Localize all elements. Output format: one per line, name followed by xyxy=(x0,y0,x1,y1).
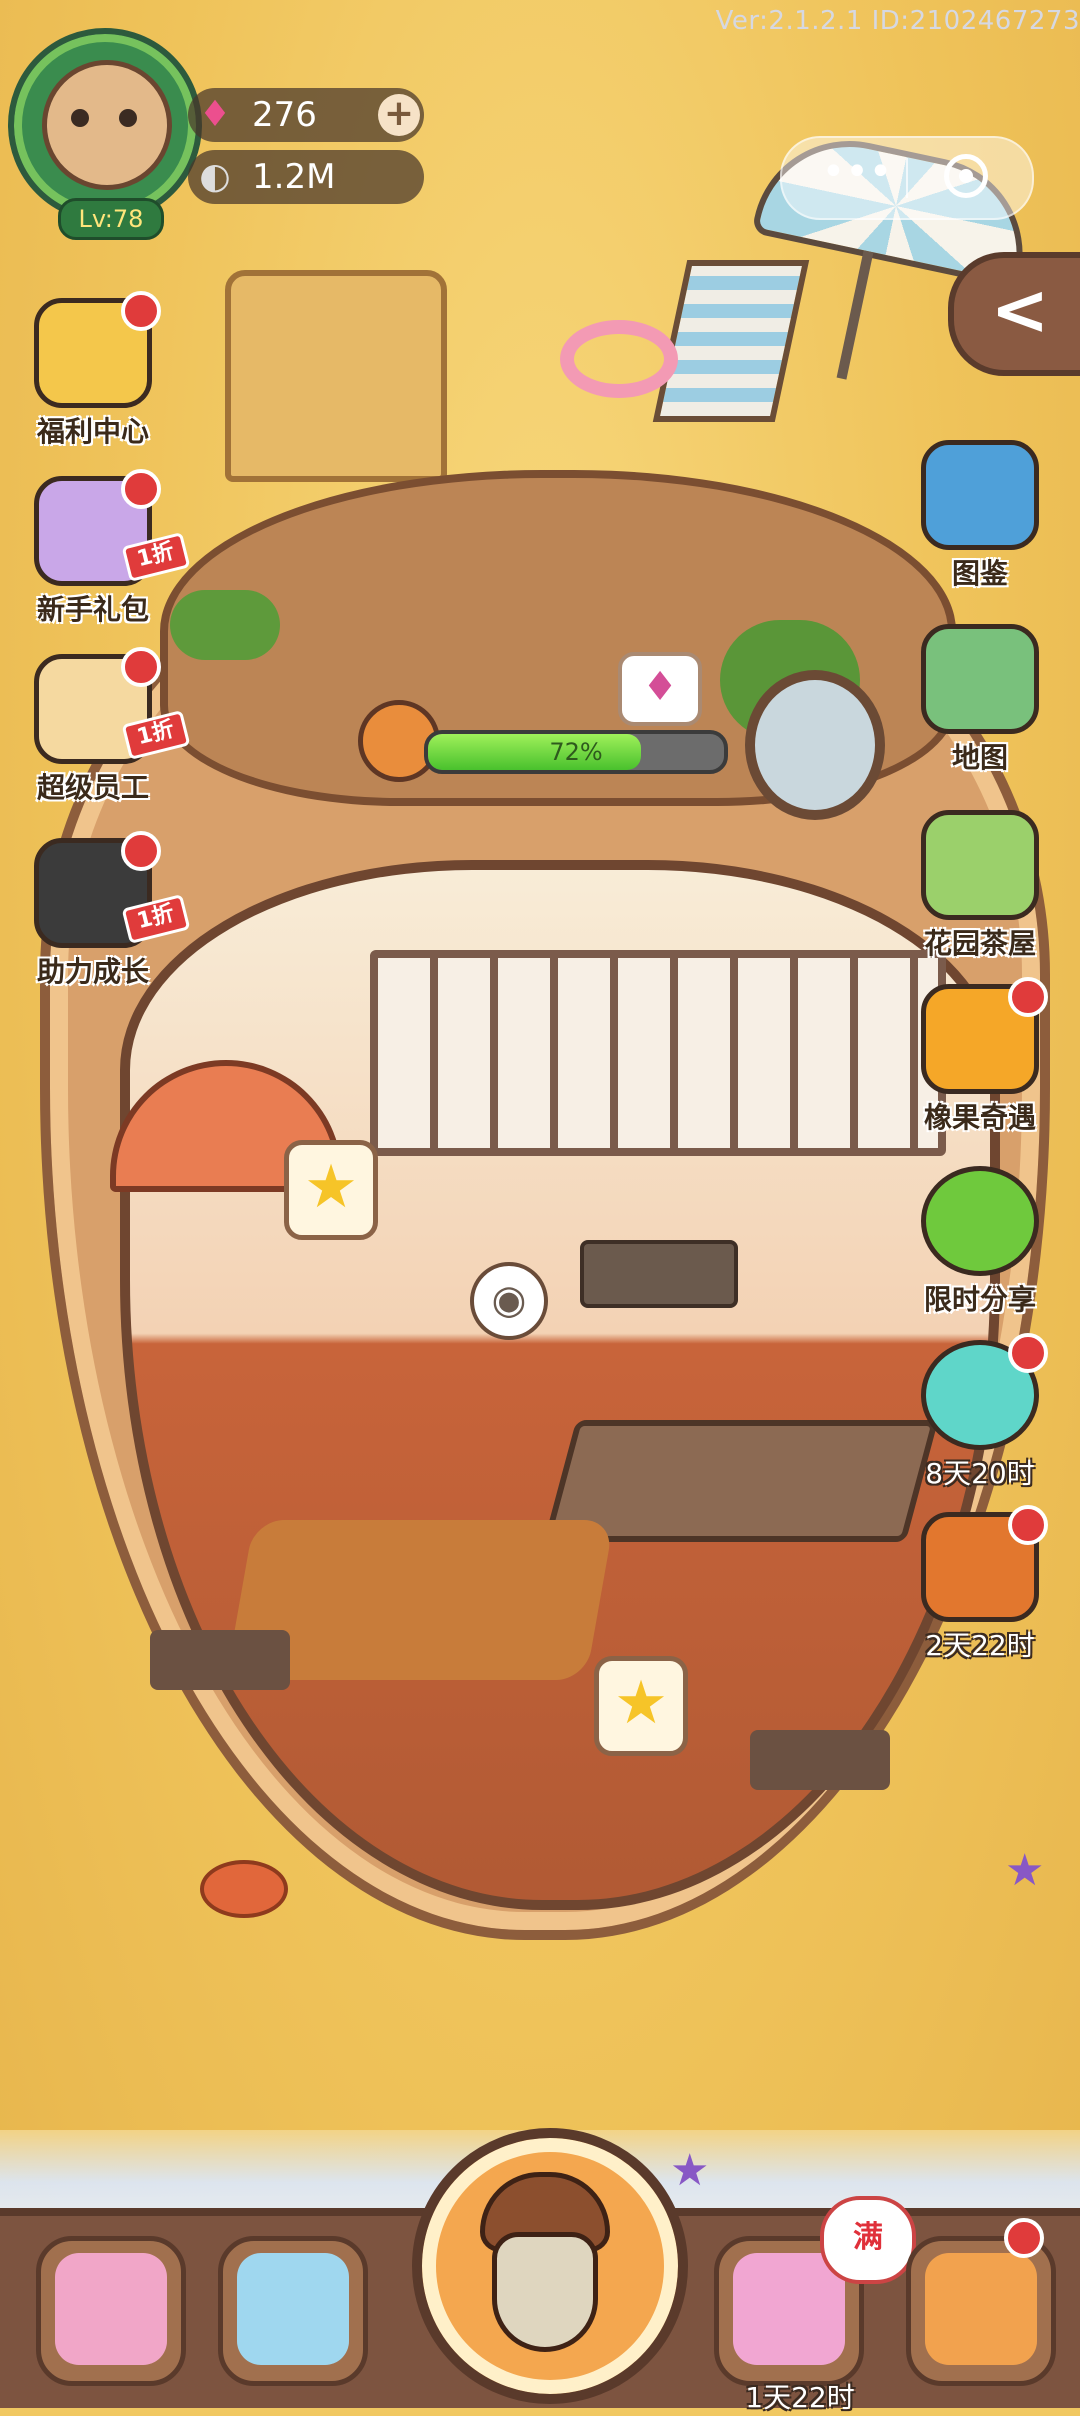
id-card-icon xyxy=(237,2253,349,2365)
menu-timed-share[interactable]: 限时分享 xyxy=(905,1166,1055,1318)
seed-count: 1.2M xyxy=(252,157,336,197)
add-gems-button[interactable]: + xyxy=(378,94,420,136)
staff-card-button[interactable] xyxy=(218,2236,368,2386)
starfish-icon: ★ xyxy=(670,2145,710,2196)
crab[interactable] xyxy=(200,1860,288,1918)
gift-box-icon xyxy=(34,291,161,408)
low-table[interactable] xyxy=(150,1630,290,1690)
gem-counter: ♦ 276 + xyxy=(188,88,424,142)
menu-label: 助力成长 xyxy=(36,955,149,988)
capsule-divider xyxy=(906,158,908,198)
home-button[interactable] xyxy=(906,2236,1056,2386)
progress-label: 72% xyxy=(549,738,603,766)
event-timer: 8天20时 xyxy=(925,1457,1035,1490)
tree-timer: 1天22时 xyxy=(745,2381,855,2414)
menu-map[interactable]: 地图 xyxy=(905,624,1055,776)
menu-garden-teahouse[interactable]: 花园茶屋 xyxy=(905,810,1055,962)
notification-dot xyxy=(121,469,161,509)
low-table[interactable] xyxy=(750,1730,890,1790)
sandcastle xyxy=(225,270,447,482)
map-icon xyxy=(921,624,1039,734)
menu-growth-boost[interactable]: 1折 助力成长 xyxy=(18,831,191,990)
more-menu-button[interactable]: ••• xyxy=(812,152,902,198)
lattice-windows xyxy=(370,950,946,1156)
menu-encyclopedia[interactable]: 图鉴 xyxy=(905,440,1055,592)
version-text: Ver:2.1.2.1 ID:2102467273 xyxy=(715,6,1080,36)
bird-staff-icon: 1折 xyxy=(34,647,191,764)
notification-dot xyxy=(1008,1505,1048,1545)
police-character-icon xyxy=(921,1505,1048,1622)
build-progress-bar: 72% xyxy=(424,730,728,774)
menu-label: 橡果奇遇 xyxy=(923,1101,1036,1134)
notification-dot xyxy=(121,291,161,331)
cherry-blossom-tree-icon xyxy=(733,2253,845,2365)
menu-super-staff[interactable]: 1折 超级员工 xyxy=(18,647,191,806)
menu-acorn-adventure[interactable]: 橡果奇遇 xyxy=(905,977,1055,1136)
menu-label: 新手礼包 xyxy=(36,593,149,626)
menu-newbie-pack[interactable]: 1折 新手礼包 xyxy=(18,469,191,628)
hamster-avatar-icon xyxy=(42,60,172,190)
teapot-icon xyxy=(921,810,1039,920)
black-cat-icon: 1折 xyxy=(34,831,191,948)
acorn-icon xyxy=(921,977,1048,1094)
target-close-icon[interactable] xyxy=(944,154,988,198)
notification-dot xyxy=(1008,1333,1048,1373)
moss xyxy=(170,590,280,660)
notification-dot xyxy=(121,831,161,871)
potion-icon xyxy=(921,1333,1048,1450)
sunflower-seed-icon: ◐ xyxy=(199,156,231,197)
menu-label: 福利中心 xyxy=(36,415,149,448)
swim-ring xyxy=(560,320,678,398)
menu-event-police[interactable]: 2天22时 xyxy=(905,1505,1055,1664)
round-door[interactable] xyxy=(745,670,885,820)
full-badge: 满 xyxy=(820,2196,916,2284)
pink-gem-icon[interactable]: ♦ xyxy=(618,652,702,726)
seed-bubble[interactable]: ◉ xyxy=(470,1262,548,1340)
menu-welfare-center[interactable]: 福利中心 xyxy=(18,291,168,450)
book-icon xyxy=(921,440,1039,550)
menu-label: 超级员工 xyxy=(36,771,149,804)
notification-dot xyxy=(1008,977,1048,1017)
gem-count: 276 xyxy=(252,95,317,135)
menu-event-potion[interactable]: 8天20时 xyxy=(905,1333,1055,1492)
mini-program-capsule: ••• xyxy=(780,136,1034,220)
kitchen-counter[interactable] xyxy=(543,1420,939,1542)
notification-dot xyxy=(1004,2218,1044,2258)
shop-cart-icon xyxy=(55,2253,167,2365)
chat-bubble-icon xyxy=(921,1166,1039,1276)
event-timer: 2天22时 xyxy=(925,1629,1035,1662)
menu-label: 限时分享 xyxy=(923,1283,1036,1316)
gem-icon: ♦ xyxy=(198,94,232,135)
shop-sign xyxy=(580,1240,738,1308)
menu-label: 花园茶屋 xyxy=(923,927,1036,960)
level-badge: Lv:78 xyxy=(58,198,164,240)
acorn-main-button[interactable] xyxy=(412,2128,688,2404)
shop-button[interactable] xyxy=(36,2236,186,2386)
egg-gift-icon: 1折 xyxy=(34,469,191,586)
starfish-icon: ★ xyxy=(1005,1845,1045,1896)
star-reward-bubble[interactable]: ★ xyxy=(594,1656,688,1756)
star-reward-bubble[interactable]: ★ xyxy=(284,1140,378,1240)
collapse-side-menu-button[interactable]: < xyxy=(948,252,1080,376)
house-icon xyxy=(925,2253,1037,2365)
notification-dot xyxy=(121,647,161,687)
menu-label: 图鉴 xyxy=(951,557,1008,590)
menu-label: 地图 xyxy=(951,741,1008,774)
seed-counter: ◐ 1.2M xyxy=(188,150,424,204)
